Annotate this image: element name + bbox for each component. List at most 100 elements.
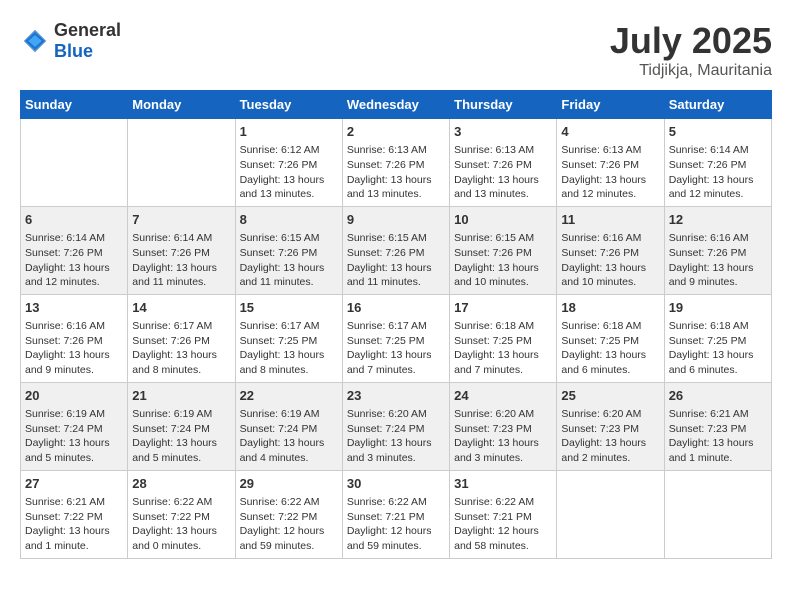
day-number: 24 [454, 387, 552, 405]
day-info: Sunrise: 6:17 AM Sunset: 7:25 PM Dayligh… [347, 319, 445, 378]
calendar-cell: 11 Sunrise: 6:16 AM Sunset: 7:26 PM Dayli… [557, 206, 664, 294]
calendar-cell [21, 119, 128, 207]
day-number: 21 [132, 387, 230, 405]
day-number: 26 [669, 387, 767, 405]
day-number: 23 [347, 387, 445, 405]
day-number: 31 [454, 475, 552, 493]
day-info: Sunrise: 6:13 AM Sunset: 7:26 PM Dayligh… [347, 143, 445, 202]
page-header: General Blue July 2025 Tidjikja, Maurita… [20, 20, 772, 80]
calendar-cell: 27Sunrise: 6:21 AM Sunset: 7:22 PM Dayli… [21, 470, 128, 558]
day-number: 16 [347, 299, 445, 317]
calendar-cell: 31 Sunrise: 6:22 AM Sunset: 7:21 PM Dayli… [450, 470, 557, 558]
location: Tidjikja, Mauritania [610, 62, 772, 80]
day-info: Sunrise: 6:18 AM Sunset: 7:25 PM Dayligh… [454, 319, 552, 378]
day-info: Sunrise: 6:18 AM Sunset: 7:25 PM Dayligh… [561, 319, 659, 378]
weekday-header-row: SundayMondayTuesdayWednesdayThursdayFrid… [21, 91, 772, 119]
calendar-cell: 19 Sunrise: 6:18 AM Sunset: 7:25 PM Dayli… [664, 294, 771, 382]
calendar-cell [664, 470, 771, 558]
calendar-cell: 21 Sunrise: 6:19 AM Sunset: 7:24 PM Dayli… [128, 382, 235, 470]
logo: General Blue [20, 20, 121, 62]
day-number: 14 [132, 299, 230, 317]
logo-general: General [54, 20, 121, 40]
day-number: 10 [454, 211, 552, 229]
day-number: 29 [240, 475, 338, 493]
day-info: Sunrise: 6:19 AM Sunset: 7:24 PM Dayligh… [240, 407, 338, 466]
day-number: 6 [25, 211, 123, 229]
weekday-header-wednesday: Wednesday [342, 91, 449, 119]
day-info: Sunrise: 6:15 AM Sunset: 7:26 PM Dayligh… [240, 231, 338, 290]
day-number: 8 [240, 211, 338, 229]
day-info: Sunrise: 6:13 AM Sunset: 7:26 PM Dayligh… [454, 143, 552, 202]
calendar-cell: 13 Sunrise: 6:16 AM Sunset: 7:26 PM Dayli… [21, 294, 128, 382]
day-number: 18 [561, 299, 659, 317]
day-info: Sunrise: 6:15 AM Sunset: 7:26 PM Dayligh… [454, 231, 552, 290]
calendar: SundayMondayTuesdayWednesdayThursdayFrid… [20, 90, 772, 559]
calendar-cell [557, 470, 664, 558]
calendar-cell: 26 Sunrise: 6:21 AM Sunset: 7:23 PM Dayli… [664, 382, 771, 470]
calendar-cell: 3 Sunrise: 6:13 AM Sunset: 7:26 PM Daylig… [450, 119, 557, 207]
day-info: Sunrise: 6:20 AM Sunset: 7:23 PM Dayligh… [454, 407, 552, 466]
day-number: 2 [347, 123, 445, 141]
weekday-header-sunday: Sunday [21, 91, 128, 119]
day-number: 20 [25, 387, 123, 405]
weekday-header-saturday: Saturday [664, 91, 771, 119]
weekday-header-tuesday: Tuesday [235, 91, 342, 119]
calendar-cell: 23 Sunrise: 6:20 AM Sunset: 7:24 PM Dayli… [342, 382, 449, 470]
day-number: 11 [561, 211, 659, 229]
day-number: 3 [454, 123, 552, 141]
day-number: 1 [240, 123, 338, 141]
day-info: Sunrise: 6:22 AM Sunset: 7:22 PM Dayligh… [240, 495, 338, 554]
day-number: 7 [132, 211, 230, 229]
day-info: Sunrise: 6:17 AM Sunset: 7:26 PM Dayligh… [132, 319, 230, 378]
day-info: Sunrise: 6:12 AM Sunset: 7:26 PM Dayligh… [240, 143, 338, 202]
day-info: Sunrise: 6:14 AM Sunset: 7:26 PM Dayligh… [132, 231, 230, 290]
day-info: Sunrise: 6:16 AM Sunset: 7:26 PM Dayligh… [561, 231, 659, 290]
day-info: Sunrise: 6:20 AM Sunset: 7:24 PM Dayligh… [347, 407, 445, 466]
day-info: Sunrise: 6:17 AM Sunset: 7:25 PM Dayligh… [240, 319, 338, 378]
day-number: 25 [561, 387, 659, 405]
day-info: Sunrise: 6:14 AM Sunset: 7:26 PM Dayligh… [25, 231, 123, 290]
day-info: Sunrise: 6:16 AM Sunset: 7:26 PM Dayligh… [25, 319, 123, 378]
weekday-header-friday: Friday [557, 91, 664, 119]
day-number: 28 [132, 475, 230, 493]
calendar-cell: 18 Sunrise: 6:18 AM Sunset: 7:25 PM Dayli… [557, 294, 664, 382]
day-number: 22 [240, 387, 338, 405]
calendar-cell: 20 Sunrise: 6:19 AM Sunset: 7:24 PM Dayli… [21, 382, 128, 470]
title-block: July 2025 Tidjikja, Mauritania [610, 20, 772, 80]
calendar-cell: 28 Sunrise: 6:22 AM Sunset: 7:22 PM Dayli… [128, 470, 235, 558]
calendar-cell: 16 Sunrise: 6:17 AM Sunset: 7:25 PM Dayli… [342, 294, 449, 382]
weekday-header-thursday: Thursday [450, 91, 557, 119]
day-info: Sunrise: 6:21 AM Sunset: 7:22 PM Dayligh… [25, 495, 123, 554]
calendar-cell: 1 Sunrise: 6:12 AM Sunset: 7:26 PM Daylig… [235, 119, 342, 207]
calendar-cell: 12 Sunrise: 6:16 AM Sunset: 7:26 PM Dayli… [664, 206, 771, 294]
week-row-3: 13 Sunrise: 6:16 AM Sunset: 7:26 PM Dayli… [21, 294, 772, 382]
day-number: 15 [240, 299, 338, 317]
calendar-cell: 15 Sunrise: 6:17 AM Sunset: 7:25 PM Dayli… [235, 294, 342, 382]
day-info: Sunrise: 6:16 AM Sunset: 7:26 PM Dayligh… [669, 231, 767, 290]
day-info: Sunrise: 6:20 AM Sunset: 7:23 PM Dayligh… [561, 407, 659, 466]
day-number: 12 [669, 211, 767, 229]
weekday-header-monday: Monday [128, 91, 235, 119]
day-info: Sunrise: 6:22 AM Sunset: 7:21 PM Dayligh… [454, 495, 552, 554]
day-info: Sunrise: 6:18 AM Sunset: 7:25 PM Dayligh… [669, 319, 767, 378]
calendar-cell: 22 Sunrise: 6:19 AM Sunset: 7:24 PM Dayli… [235, 382, 342, 470]
calendar-cell: 24 Sunrise: 6:20 AM Sunset: 7:23 PM Dayli… [450, 382, 557, 470]
day-number: 13 [25, 299, 123, 317]
calendar-cell: 9Sunrise: 6:15 AM Sunset: 7:26 PM Daylig… [342, 206, 449, 294]
calendar-cell: 6 Sunrise: 6:14 AM Sunset: 7:26 PM Daylig… [21, 206, 128, 294]
calendar-cell: 2 Sunrise: 6:13 AM Sunset: 7:26 PM Daylig… [342, 119, 449, 207]
calendar-cell: 7 Sunrise: 6:14 AM Sunset: 7:26 PM Daylig… [128, 206, 235, 294]
day-info: Sunrise: 6:19 AM Sunset: 7:24 PM Dayligh… [132, 407, 230, 466]
day-number: 19 [669, 299, 767, 317]
logo-icon [20, 26, 50, 56]
calendar-cell: 5Sunrise: 6:14 AM Sunset: 7:26 PM Daylig… [664, 119, 771, 207]
week-row-2: 6 Sunrise: 6:14 AM Sunset: 7:26 PM Daylig… [21, 206, 772, 294]
day-info: Sunrise: 6:21 AM Sunset: 7:23 PM Dayligh… [669, 407, 767, 466]
month-year: July 2025 [610, 20, 772, 62]
week-row-5: 27Sunrise: 6:21 AM Sunset: 7:22 PM Dayli… [21, 470, 772, 558]
day-info: Sunrise: 6:19 AM Sunset: 7:24 PM Dayligh… [25, 407, 123, 466]
day-info: Sunrise: 6:13 AM Sunset: 7:26 PM Dayligh… [561, 143, 659, 202]
calendar-cell: 10 Sunrise: 6:15 AM Sunset: 7:26 PM Dayli… [450, 206, 557, 294]
day-info: Sunrise: 6:22 AM Sunset: 7:22 PM Dayligh… [132, 495, 230, 554]
logo-text: General Blue [54, 20, 121, 62]
